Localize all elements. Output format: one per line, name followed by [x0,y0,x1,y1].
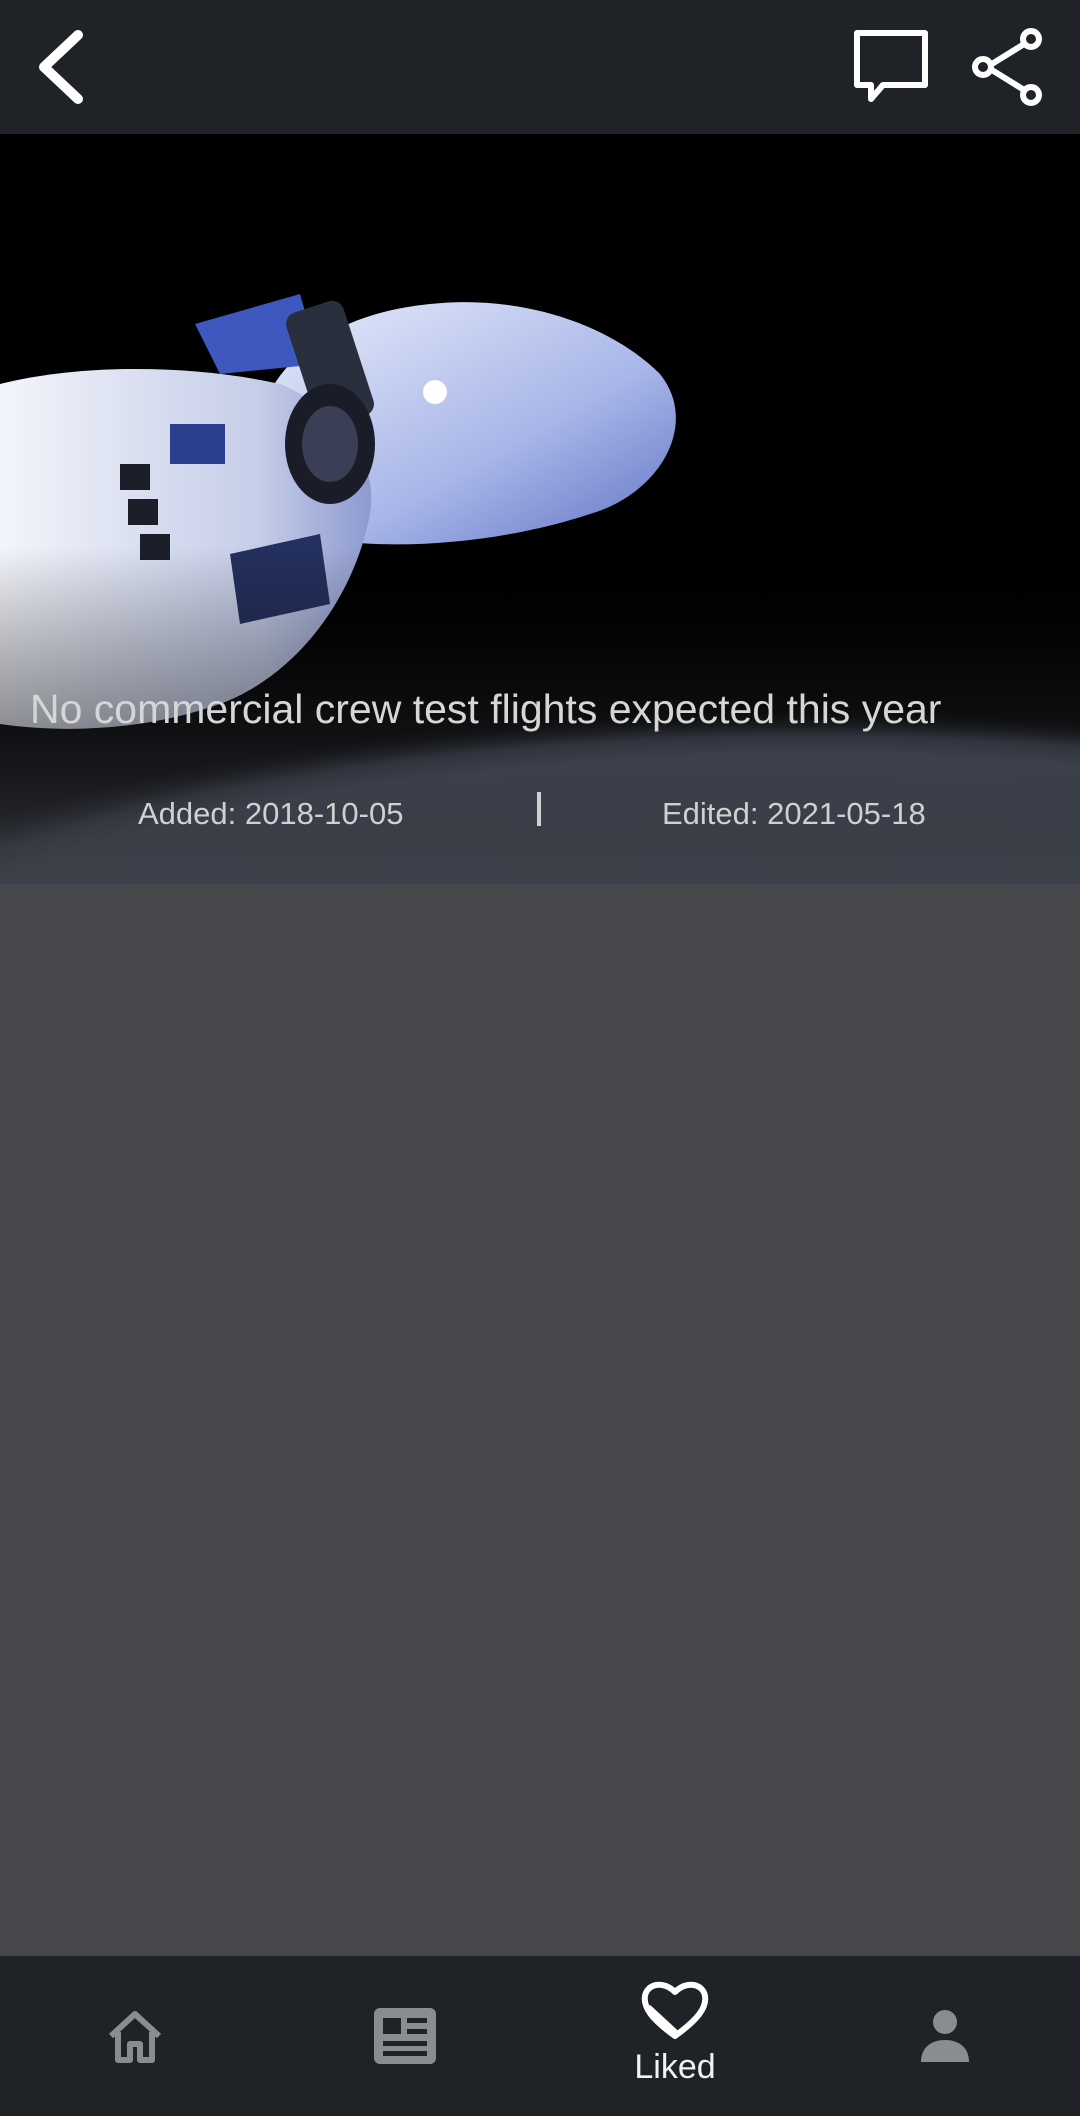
nav-liked[interactable]: Liked [575,1956,775,2116]
article-title: No commercial crew test flights expected… [30,686,942,732]
edited-date: Edited: 2021-05-18 [662,796,926,831]
content-area [0,884,1080,1956]
back-button[interactable] [20,22,104,112]
nav-profile[interactable] [845,1956,1045,2116]
bottom-navigation: Liked [0,1956,1080,2116]
share-icon [972,28,1042,106]
nav-liked-label: Liked [634,2048,716,2086]
nav-home[interactable] [35,1956,235,2116]
comment-button[interactable] [846,22,936,112]
person-icon [921,2010,969,2062]
news-icon [374,2008,436,2064]
heart-icon [641,1981,709,2039]
comment-icon [854,30,928,102]
nav-news[interactable] [305,1956,505,2116]
home-icon [108,2011,162,2063]
share-button[interactable] [962,22,1052,112]
top-app-bar [0,0,1080,134]
article-card[interactable]: No commercial crew test flights expected… [0,134,1080,884]
article-meta: Added: 2018-10-05 Edited: 2021-05-18 [0,784,1080,844]
spacecraft-image [0,134,1080,884]
chevron-left-icon [39,30,83,104]
added-date: Added: 2018-10-05 [138,796,404,831]
meta-divider [537,792,541,826]
